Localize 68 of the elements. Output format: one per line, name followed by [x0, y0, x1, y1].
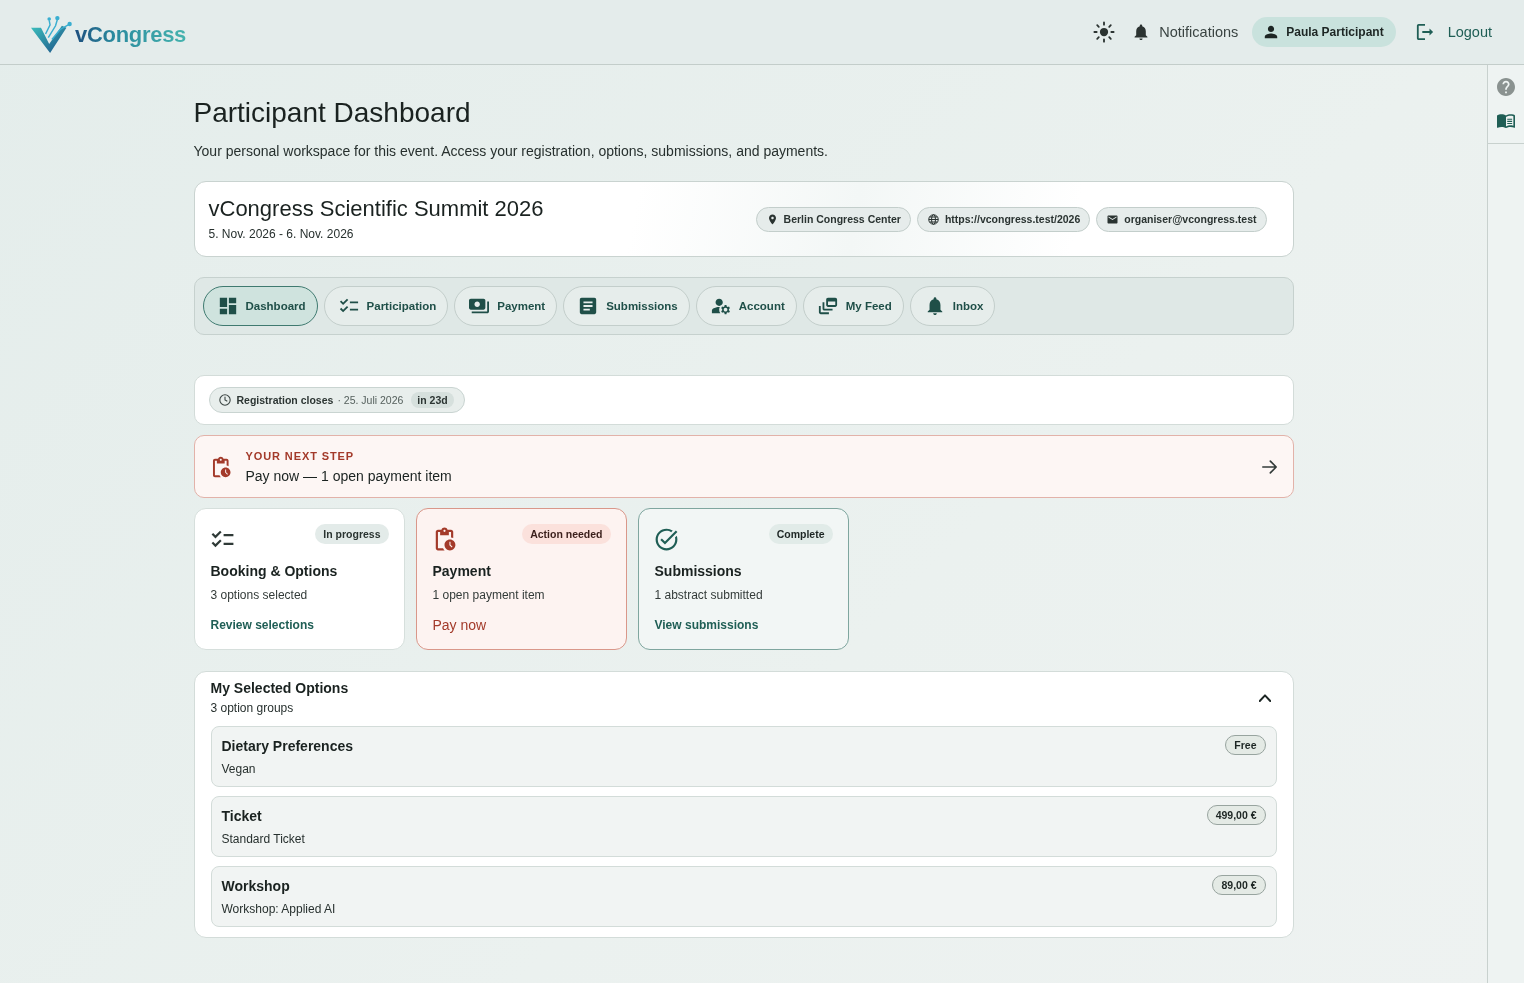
grid-icon	[217, 296, 238, 316]
deadline-label: Registration closes	[236, 394, 334, 406]
card-link[interactable]: Pay now	[432, 615, 487, 635]
bell-icon	[1133, 24, 1150, 40]
status-card[interactable]: Complete Submissions 1 abstract submitted View submissions	[637, 508, 849, 650]
stacked-windows-icon	[817, 296, 838, 316]
status-badge: Complete	[768, 524, 833, 544]
logout-button[interactable]: Logout	[1415, 23, 1492, 41]
envelope-icon	[1107, 213, 1119, 225]
price-badge: Free	[1225, 735, 1266, 755]
next-step-label: YOUR NEXT STEP	[245, 448, 356, 464]
nav-tab[interactable]: Participation	[323, 286, 449, 326]
nav-tab[interactable]: Inbox	[909, 286, 996, 326]
nav-tab[interactable]: Submissions	[563, 286, 690, 326]
next-step-text: Pay now — 1 open payment item	[245, 466, 453, 486]
price-badge: 89,00 €	[1212, 875, 1266, 895]
next-step-banner[interactable]: YOUR NEXT STEP Pay now — 1 open payment item	[193, 435, 1294, 498]
card-description: 1 abstract submitted	[654, 587, 764, 604]
card-description: 1 open payment item	[432, 587, 546, 604]
banknote-icon	[469, 296, 490, 316]
options-count: 3 option groups	[210, 700, 295, 717]
card-description: 3 options selected	[210, 587, 309, 604]
countdown-badge: in 23d	[411, 392, 454, 408]
status-badge: Action needed	[522, 524, 611, 544]
page-title: Participant Dashboard	[193, 96, 472, 130]
help-icon[interactable]	[1497, 78, 1515, 96]
option-value: Workshop: Applied AI	[221, 901, 337, 918]
logout-icon	[1415, 23, 1434, 41]
clipboard-clock-icon	[211, 455, 231, 478]
page-subtitle: Your personal workspace for this event. Access your registration, options, submissions, and payments.	[193, 142, 829, 161]
option-name: Workshop	[221, 877, 290, 896]
location-chip[interactable]: Berlin Congress Center	[755, 206, 911, 232]
event-title: vCongress Scientific Summit 2026	[208, 195, 544, 223]
card-link[interactable]: View submissions	[654, 615, 759, 635]
status-card[interactable]: In progress Booking & Options 3 options selected Review selections	[193, 508, 405, 650]
user-gear-icon	[710, 296, 731, 316]
logo-icon	[30, 14, 72, 54]
nav-tab[interactable]: My Feed	[802, 286, 904, 326]
option-value: Vegan	[221, 761, 257, 778]
card-title: Submissions	[654, 562, 743, 581]
website-link[interactable]: https://vcongress.test/2026	[916, 206, 1091, 232]
price-badge: 499,00 €	[1206, 805, 1266, 825]
options-title: My Selected Options	[210, 679, 349, 698]
arrow-right-icon[interactable]	[1261, 459, 1277, 474]
card-title: Booking & Options	[210, 562, 339, 581]
option-name: Dietary Preferences	[221, 737, 354, 756]
chevron-up-icon[interactable]	[1258, 693, 1271, 702]
globe-icon	[927, 213, 939, 225]
event-dates: 5. Nov. 2026 - 6. Nov. 2026	[208, 226, 355, 243]
map-pin-icon	[766, 213, 778, 225]
document-icon	[578, 296, 599, 316]
notifications-button[interactable]: Notifications	[1133, 24, 1239, 40]
deadline-date: · 25. Juli 2026	[337, 394, 404, 406]
nav-tab[interactable]: Account	[695, 286, 797, 326]
book-icon[interactable]	[1497, 112, 1515, 130]
user-menu-button[interactable]: Paula Participant	[1252, 17, 1396, 47]
clock-icon	[218, 394, 231, 406]
sun-icon[interactable]	[1093, 21, 1116, 43]
email-link[interactable]: organiser@vcongress.test	[1096, 206, 1267, 232]
option-name: Ticket	[221, 807, 262, 826]
card-link[interactable]: Review selections	[210, 615, 314, 635]
person-icon	[1264, 25, 1279, 39]
status-badge: In progress	[315, 524, 389, 544]
card-title: Payment	[432, 562, 492, 581]
nav-tab[interactable]: Payment	[454, 286, 558, 326]
status-card[interactable]: Action needed Payment 1 open payment item Pay now	[415, 508, 627, 650]
nav-tab[interactable]: Dashboard	[202, 286, 318, 326]
option-value: Standard Ticket	[221, 831, 306, 848]
